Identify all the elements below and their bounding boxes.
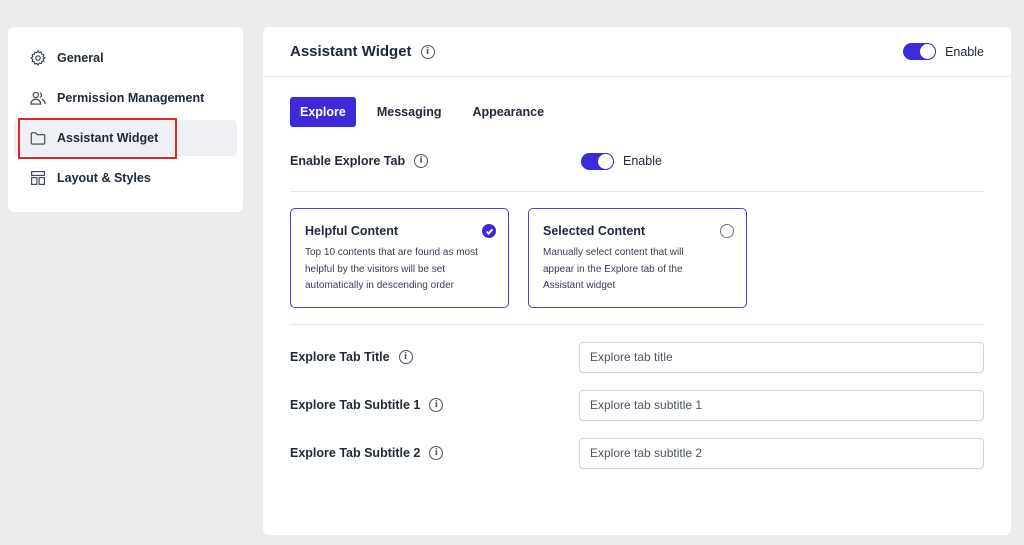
card-title: Selected Content xyxy=(543,224,646,238)
divider xyxy=(290,191,984,192)
tab-explore[interactable]: Explore xyxy=(290,97,356,127)
explore-tab-title-input[interactable] xyxy=(579,341,984,373)
tab-appearance[interactable]: Appearance xyxy=(462,97,554,127)
card-description-line: Top 10 contents that are found as most xyxy=(305,247,478,258)
card-description-line: Assistant widget xyxy=(543,280,616,291)
page-title: Assistant Widget i xyxy=(290,43,435,60)
field-label-text: Explore Tab Title xyxy=(290,350,390,364)
field-label: Explore Tab Subtitle 1 i xyxy=(290,398,444,412)
enable-explore-label: Enable Explore Tab xyxy=(290,154,406,168)
layout-icon xyxy=(28,168,48,188)
widget-enable-toggle[interactable] xyxy=(903,43,937,60)
tab-messaging[interactable]: Messaging xyxy=(367,97,452,127)
explore-tab-title-row: Explore Tab Title i xyxy=(290,341,984,373)
info-icon[interactable]: i xyxy=(429,398,444,412)
selected-content-card[interactable]: Selected Content Manually select content… xyxy=(528,208,747,308)
helpful-content-card[interactable]: Helpful Content Top 10 contents that are… xyxy=(290,208,509,308)
explore-enable-label: Enable xyxy=(623,154,662,168)
folder-icon xyxy=(28,128,48,148)
field-label-text: Explore Tab Subtitle 1 xyxy=(290,398,421,412)
sidebar-item-layout-styles[interactable]: Layout & Styles xyxy=(14,160,237,196)
field-label: Explore Tab Subtitle 2 i xyxy=(290,446,444,460)
enable-explore-row: Enable Explore Tab i Enable xyxy=(290,152,984,170)
explore-tab-subtitle-2-row: Explore Tab Subtitle 2 i xyxy=(290,437,984,469)
info-icon[interactable]: i xyxy=(420,44,435,59)
sidebar: General Permission Management Assistant … xyxy=(8,27,243,212)
panel-header: Assistant Widget i Enable xyxy=(263,27,1011,77)
info-icon[interactable]: i xyxy=(429,446,444,460)
radio-circle-icon[interactable] xyxy=(720,224,734,238)
sidebar-item-permission-management[interactable]: Permission Management xyxy=(14,80,237,116)
divider xyxy=(290,324,984,325)
tab-bar: Explore Messaging Appearance xyxy=(290,97,565,127)
explore-tab-subtitle-1-row: Explore Tab Subtitle 1 i xyxy=(290,389,984,421)
info-icon[interactable]: i xyxy=(398,350,413,364)
explore-tab-subtitle-2-input[interactable] xyxy=(579,437,984,469)
sidebar-item-label: Layout & Styles xyxy=(57,171,151,185)
sidebar-item-general[interactable]: General xyxy=(14,40,237,76)
main-panel: Assistant Widget i Enable Explore Messag… xyxy=(263,27,1011,535)
sidebar-item-assistant-widget[interactable]: Assistant Widget xyxy=(14,118,237,159)
card-description: Manually select content that will appear… xyxy=(543,245,732,295)
field-label: Explore Tab Title i xyxy=(290,350,413,364)
explore-tab-subtitle-1-input[interactable] xyxy=(579,389,984,421)
check-circle-icon[interactable] xyxy=(482,224,496,238)
info-icon[interactable]: i xyxy=(414,154,429,168)
gear-icon xyxy=(28,48,48,68)
sidebar-item-label: Permission Management xyxy=(57,91,205,105)
sidebar-item-label: General xyxy=(57,51,104,65)
field-label-text: Explore Tab Subtitle 2 xyxy=(290,446,421,460)
users-icon xyxy=(28,88,48,108)
widget-enable-label: Enable xyxy=(945,44,984,59)
card-description-line: helpful by the visitors will be set xyxy=(305,263,446,275)
widget-enable-toggle-group: Enable xyxy=(903,43,984,60)
card-description-line: appear in the Explore tab of the xyxy=(543,263,683,275)
card-title: Helpful Content xyxy=(305,224,399,238)
card-description-line: Manually select content that will xyxy=(543,247,684,258)
explore-enable-toggle[interactable] xyxy=(581,152,614,170)
page-title-text: Assistant Widget xyxy=(290,43,412,60)
card-description-line: automatically in descending order xyxy=(305,280,454,291)
sidebar-item-label: Assistant Widget xyxy=(57,131,159,145)
card-description: Top 10 contents that are found as most h… xyxy=(305,245,494,295)
explore-toggle-group: Enable xyxy=(581,152,662,170)
